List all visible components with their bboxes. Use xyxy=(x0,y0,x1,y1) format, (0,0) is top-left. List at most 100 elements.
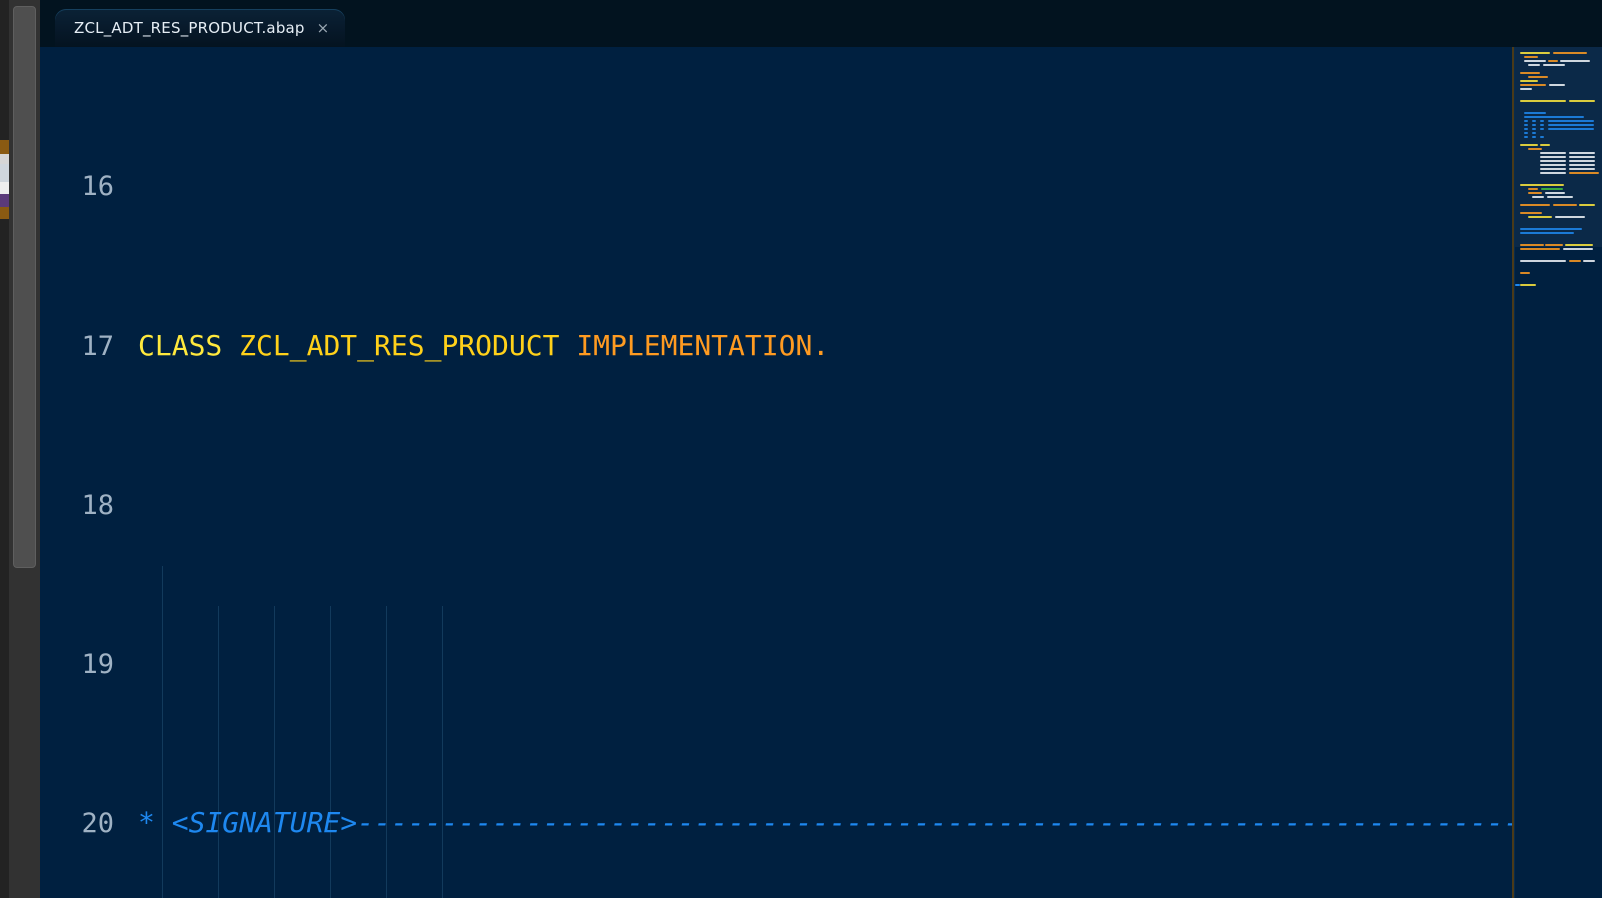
line-number: 16 xyxy=(81,171,114,203)
token-class-name: ZCL_ADT_RES_PRODUCT xyxy=(239,328,560,362)
minimap-line xyxy=(1524,60,1546,62)
line-number: 18 xyxy=(81,489,114,521)
minimap-line xyxy=(1540,160,1566,162)
minimap-line xyxy=(1569,172,1599,174)
sliver-segment xyxy=(0,182,9,194)
minimap-line xyxy=(1520,100,1566,102)
line-number: 19 xyxy=(81,648,114,680)
token-keyword: CLASS xyxy=(138,328,223,362)
minimap-line xyxy=(1520,84,1546,86)
minimap-line xyxy=(1548,124,1594,126)
scrollbar-thumb[interactable] xyxy=(13,6,36,568)
minimap-line xyxy=(1524,136,1528,138)
minimap-line xyxy=(1541,188,1563,190)
minimap-line xyxy=(1524,120,1528,122)
minimap-line xyxy=(1532,132,1536,134)
sliver-segment xyxy=(0,140,9,154)
minimap-line xyxy=(1563,248,1593,250)
minimap-line xyxy=(1579,204,1595,206)
minimap-line xyxy=(1569,156,1595,158)
code-lines: 16 17 CLASS ZCL_ADT_RES_PRODUCT IMPLEMENT… xyxy=(40,47,1602,898)
minimap-line xyxy=(1520,284,1536,286)
minimap-line xyxy=(1532,120,1536,122)
minimap-line xyxy=(1540,172,1566,174)
sliver-segment xyxy=(0,207,9,219)
minimap-line xyxy=(1545,192,1565,194)
minimap-line xyxy=(1532,124,1536,126)
code-line-17: 17 CLASS ZCL_ADT_RES_PRODUCT IMPLEMENTATI… xyxy=(40,326,1602,366)
minimap-line xyxy=(1520,72,1540,74)
token-dot: . xyxy=(812,328,830,362)
minimap-line xyxy=(1528,148,1542,150)
minimap-current-line-marker xyxy=(1515,284,1520,286)
minimap-line xyxy=(1524,132,1528,134)
minimap-line xyxy=(1520,248,1560,250)
sliver-segment xyxy=(0,194,9,207)
code-line-19: 19 xyxy=(40,644,1602,684)
code-minimap[interactable] xyxy=(1514,47,1602,898)
minimap-line xyxy=(1543,64,1565,66)
minimap-line xyxy=(1555,216,1585,218)
minimap-line xyxy=(1540,168,1566,170)
minimap-line xyxy=(1520,184,1564,186)
minimap-line xyxy=(1548,60,1558,62)
minimap-line xyxy=(1545,244,1563,246)
minimap-line xyxy=(1548,120,1594,122)
minimap-line xyxy=(1520,272,1530,274)
minimap-line xyxy=(1540,124,1544,126)
minimap-line xyxy=(1520,244,1544,246)
minimap-line xyxy=(1532,196,1544,198)
minimap-line xyxy=(1528,76,1548,78)
minimap-line xyxy=(1569,168,1595,170)
minimap-line xyxy=(1547,196,1573,198)
editor-tab-bar: ZCL_ADT_RES_PRODUCT.abap × xyxy=(40,0,1602,47)
minimap-line xyxy=(1520,260,1566,262)
tab-label: ZCL_ADT_RES_PRODUCT.abap xyxy=(74,19,305,37)
minimap-line xyxy=(1540,128,1544,130)
minimap-line xyxy=(1540,136,1544,138)
code-line-20: 20 * <SIGNATURE>-------------------------… xyxy=(40,803,1602,843)
minimap-line xyxy=(1524,128,1528,130)
minimap-line xyxy=(1553,52,1587,54)
minimap-line xyxy=(1524,124,1528,126)
minimap-line xyxy=(1520,88,1532,90)
minimap-line xyxy=(1520,212,1542,214)
adjacent-panel-sliver xyxy=(0,0,9,898)
minimap-line xyxy=(1520,144,1538,146)
token-comment: * <SIGNATURE>---------------------------… xyxy=(138,806,1602,840)
minimap-line xyxy=(1520,204,1550,206)
close-icon[interactable]: × xyxy=(317,20,330,36)
minimap-line xyxy=(1520,232,1574,234)
sliver-segment xyxy=(0,0,9,140)
line-number: 17 xyxy=(81,330,114,362)
minimap-line xyxy=(1560,60,1590,62)
code-line-18: 18 xyxy=(40,485,1602,525)
ide-window: ZCL_ADT_RES_PRODUCT.abap × 16 17 CLASS ZC… xyxy=(0,0,1602,898)
minimap-line xyxy=(1532,128,1536,130)
sliver-segment xyxy=(0,164,9,182)
minimap-line xyxy=(1528,216,1552,218)
minimap-line xyxy=(1569,152,1595,154)
minimap-line xyxy=(1540,164,1566,166)
minimap-line xyxy=(1528,192,1542,194)
minimap-line xyxy=(1553,204,1577,206)
line-number: 20 xyxy=(81,808,114,840)
minimap-line xyxy=(1520,80,1538,82)
vertical-scrollbar[interactable] xyxy=(9,0,40,898)
minimap-line xyxy=(1532,136,1536,138)
minimap-line xyxy=(1583,260,1595,262)
token-implementation: IMPLEMENTATION xyxy=(576,328,813,362)
code-editor[interactable]: 16 17 CLASS ZCL_ADT_RES_PRODUCT IMPLEMENT… xyxy=(40,47,1602,898)
minimap-line xyxy=(1524,56,1538,58)
minimap-line xyxy=(1540,152,1566,154)
tab-zcl-adt-res-product[interactable]: ZCL_ADT_RES_PRODUCT.abap × xyxy=(55,9,346,47)
minimap-line xyxy=(1565,244,1593,246)
minimap-line xyxy=(1540,156,1566,158)
minimap-line xyxy=(1528,188,1538,190)
sliver-segment xyxy=(0,219,9,898)
minimap-line xyxy=(1524,112,1546,114)
sliver-segment xyxy=(0,154,9,164)
minimap-line xyxy=(1569,160,1595,162)
minimap-line xyxy=(1569,260,1581,262)
minimap-line xyxy=(1520,52,1550,54)
